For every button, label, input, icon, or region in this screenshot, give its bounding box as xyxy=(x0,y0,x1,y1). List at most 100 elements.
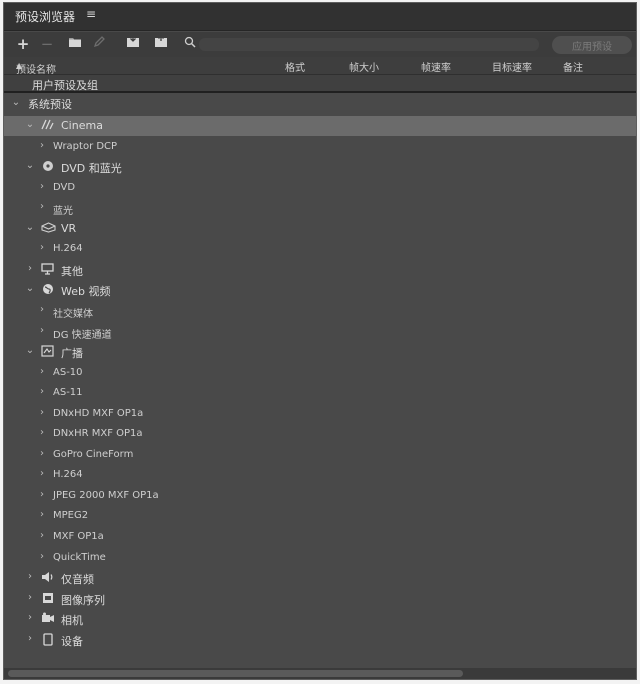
tree-item-label: QuickTime xyxy=(53,551,106,563)
import-icon[interactable] xyxy=(124,35,142,53)
chevron-right-icon[interactable]: › xyxy=(37,530,47,541)
column-header-frame-rate[interactable]: 帧速率 xyxy=(421,59,451,74)
chevron-right-icon[interactable]: › xyxy=(25,263,35,274)
tree-preset-row[interactable]: › H.264 xyxy=(4,465,636,485)
tree-preset-row[interactable]: › 蓝光 xyxy=(4,198,636,218)
tree-item-label: Wraptor DCP xyxy=(53,140,118,152)
new-folder-icon[interactable] xyxy=(66,35,84,53)
tree-group-row[interactable]: ⌄ 系统预设 xyxy=(4,94,636,114)
tree-preset-row[interactable]: › DG 快速通道 xyxy=(4,322,636,342)
tree-preset-row[interactable]: › AS-11 xyxy=(4,383,636,403)
edit-icon[interactable] xyxy=(90,35,108,53)
speaker-icon xyxy=(41,571,54,584)
tree-item-label: DNxHR MXF OP1a xyxy=(53,428,143,440)
tree-category-row[interactable]: ⌄ 广播 xyxy=(4,342,636,362)
chevron-down-icon[interactable]: ⌄ xyxy=(25,283,35,294)
tree-item-label: DG 快速通道 xyxy=(53,329,112,341)
tree-preset-row[interactable]: › 社交媒体 xyxy=(4,301,636,321)
web-globe-icon xyxy=(41,283,54,296)
sort-ascending-icon: ▲ xyxy=(16,61,23,70)
chevron-down-icon[interactable]: ⌄ xyxy=(25,345,35,356)
chevron-right-icon[interactable]: › xyxy=(37,325,47,336)
column-header-comment[interactable]: 备注 xyxy=(563,59,583,74)
chevron-right-icon[interactable]: › xyxy=(37,386,47,397)
search-icon xyxy=(184,36,196,51)
chevron-right-icon[interactable]: › xyxy=(37,181,47,192)
tree-preset-row[interactable]: › AS-10 xyxy=(4,363,636,383)
tree-preset-row[interactable]: › QuickTime xyxy=(4,548,636,568)
toolbar: + − 应用预设 xyxy=(4,32,636,57)
remove-icon[interactable]: − xyxy=(38,35,56,53)
broadcast-icon xyxy=(41,345,54,358)
tree-category-row[interactable]: › 设备 xyxy=(4,630,636,650)
tree-category-row[interactable]: ⌄ Cinema xyxy=(4,116,636,136)
chevron-right-icon[interactable]: › xyxy=(37,448,47,459)
tree-item-label: JPEG 2000 MXF OP1a xyxy=(53,489,159,501)
chevron-down-icon[interactable]: ⌄ xyxy=(11,97,21,108)
tree-item-label: 图像序列 xyxy=(61,593,105,607)
tree-item-label: H.264 xyxy=(53,469,83,481)
tree-item-label: VR xyxy=(61,221,77,235)
tree-category-row[interactable]: › 图像序列 xyxy=(4,589,636,609)
tree-category-row[interactable]: › 仅音频 xyxy=(4,568,636,588)
tree-item-label: 社交媒体 xyxy=(53,308,93,320)
chevron-right-icon[interactable]: › xyxy=(37,366,47,377)
chevron-right-icon[interactable]: › xyxy=(25,592,35,603)
column-header-target-rate[interactable]: 目标速率 xyxy=(492,59,532,74)
tree-preset-row[interactable]: › DNxHD MXF OP1a xyxy=(4,404,636,424)
chevron-right-icon[interactable]: › xyxy=(37,140,47,151)
chevron-right-icon[interactable]: › xyxy=(37,551,47,562)
tree-item-label: 设备 xyxy=(61,634,83,648)
horizontal-scrollbar[interactable] xyxy=(4,668,636,679)
tree-category-row[interactable]: › 其他 xyxy=(4,260,636,280)
tree-item-label: MXF OP1a xyxy=(53,531,104,542)
tree-category-row[interactable]: › 相机 xyxy=(4,609,636,629)
column-header-row: 预设名称 ▲ 格式 帧大小 帧速率 目标速率 备注 xyxy=(4,57,636,76)
hamburger-menu-icon[interactable]: ≡ xyxy=(86,7,96,21)
chevron-right-icon[interactable]: › xyxy=(37,468,47,479)
chevron-right-icon[interactable]: › xyxy=(37,489,47,500)
chevron-down-icon[interactable]: ⌄ xyxy=(25,119,35,130)
chevron-right-icon[interactable]: › xyxy=(37,242,47,253)
tree-item-label: DNxHD MXF OP1a xyxy=(53,407,144,419)
search-input[interactable] xyxy=(199,38,539,51)
column-header-frame-size[interactable]: 帧大小 xyxy=(349,59,379,74)
tree-preset-row[interactable]: › GoPro CineForm xyxy=(4,445,636,465)
chevron-right-icon[interactable]: › xyxy=(37,407,47,418)
tree-item-label: MPEG2 xyxy=(53,510,89,522)
user-presets-group[interactable]: 用户预设及组 xyxy=(4,75,636,93)
tree-preset-row[interactable]: › DVD xyxy=(4,178,636,198)
tree-item-label: 其他 xyxy=(61,264,83,278)
preset-browser-panel: 预设浏览器 ≡ + − 应用预设 预设名称 ▲ 格式 帧大小 帧速率 目标速率 … xyxy=(3,2,637,680)
chevron-right-icon[interactable]: › xyxy=(25,612,35,623)
tree-item-label: AS-11 xyxy=(53,387,83,399)
tree-preset-row[interactable]: › MXF OP1a xyxy=(4,527,636,547)
chevron-right-icon[interactable]: › xyxy=(25,633,35,644)
tree-item-label: 广播 xyxy=(61,347,83,361)
vr-headset-icon xyxy=(41,222,56,235)
chevron-right-icon[interactable]: › xyxy=(37,201,47,212)
chevron-right-icon[interactable]: › xyxy=(37,509,47,520)
tree-category-row[interactable]: ⌄ DVD 和蓝光 xyxy=(4,157,636,177)
disc-icon xyxy=(41,160,54,173)
export-icon[interactable] xyxy=(152,35,170,53)
add-icon[interactable]: + xyxy=(14,35,32,53)
tree-category-row[interactable]: ⌄ VR xyxy=(4,219,636,239)
tree-preset-row[interactable]: › DNxHR MXF OP1a xyxy=(4,424,636,444)
tree-preset-row[interactable]: › H.264 xyxy=(4,239,636,259)
camera-icon xyxy=(41,612,54,625)
scrollbar-thumb[interactable] xyxy=(8,670,463,677)
tree-category-row[interactable]: ⌄ Web 视频 xyxy=(4,280,636,300)
chevron-down-icon[interactable]: ⌄ xyxy=(25,160,35,171)
column-header-format[interactable]: 格式 xyxy=(285,59,305,74)
tree-preset-row[interactable]: › MPEG2 xyxy=(4,506,636,526)
chevron-right-icon[interactable]: › xyxy=(37,427,47,438)
tree-preset-row[interactable]: › JPEG 2000 MXF OP1a xyxy=(4,486,636,506)
chevron-down-icon[interactable]: ⌄ xyxy=(25,222,35,233)
panel-title: 预设浏览器 xyxy=(15,10,76,24)
tree-item-label: Web 视频 xyxy=(61,285,111,299)
tree-preset-row[interactable]: › Wraptor DCP xyxy=(4,137,636,157)
chevron-right-icon[interactable]: › xyxy=(25,571,35,582)
apply-preset-button[interactable]: 应用预设 xyxy=(552,36,632,54)
chevron-right-icon[interactable]: › xyxy=(37,304,47,315)
